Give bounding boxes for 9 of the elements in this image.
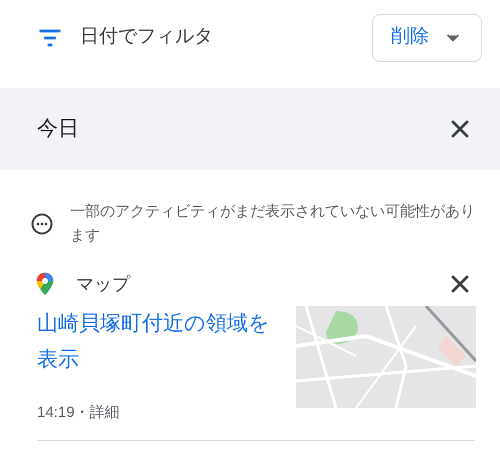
notice-text: 一部のアクティビティがまだ表示されていない可能性があります <box>70 202 476 246</box>
map-pin-icon <box>36 272 54 296</box>
delete-button[interactable]: 削除 <box>372 14 482 62</box>
more-icon <box>30 212 54 236</box>
filter-label[interactable]: 日付でフィルタ <box>80 23 213 52</box>
section-title: 今日 <box>37 116 79 142</box>
activity-meta: 14:19・詳細 <box>37 402 121 422</box>
app-name: マップ <box>76 272 130 296</box>
activity-link[interactable]: 山崎貝塚町付近の領域を表示 <box>37 306 277 378</box>
